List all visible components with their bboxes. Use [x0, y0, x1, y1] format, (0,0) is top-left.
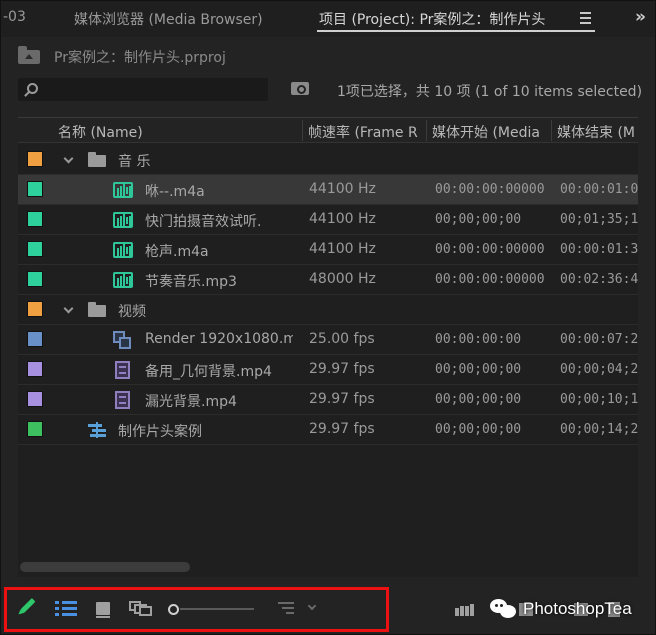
active-tab-underline	[317, 30, 595, 32]
item-name: 咻--.m4a	[145, 184, 205, 200]
item-name: 漏光背景.mp4	[145, 394, 237, 410]
label-color-chip[interactable]	[27, 151, 43, 167]
search-input[interactable]	[18, 78, 268, 101]
label-color-chip[interactable]	[27, 301, 43, 317]
folder-icon	[88, 152, 106, 167]
item-frame-rate: 48000 Hz	[309, 271, 376, 287]
item-media-start: 00:00:00:00000	[435, 272, 545, 287]
panel-menu-icon[interactable]	[580, 12, 591, 27]
table-row[interactable]: 咻--.m4a 44100 Hz 00:00:00:00000 00:00:01:09	[18, 175, 638, 205]
bin-row[interactable]: 音 乐	[18, 145, 638, 175]
project-path-row: Pr案例之：制作片头.prproj	[1, 41, 655, 71]
item-name: Render 1920x1080.mp4	[145, 331, 293, 347]
item-frame-rate: 29.97 fps	[309, 391, 375, 407]
bin-row[interactable]: 视频	[18, 295, 638, 325]
tab-media-browser[interactable]: 媒体浏览器 (Media Browser)	[74, 9, 263, 29]
item-media-end: 00:00:01:09	[560, 182, 638, 197]
label-color-chip[interactable]	[27, 241, 43, 257]
item-media-start: 00:00:00:00000	[435, 182, 545, 197]
item-media-end: 00:02:36:43	[560, 272, 638, 287]
folder-up-icon[interactable]	[18, 46, 40, 64]
item-media-start: 00:00:00:00000	[435, 242, 545, 257]
watermark-text: PhotoshopTea	[523, 599, 632, 618]
table-row[interactable]: Render 1920x1080.mp4 25.00 fps 00:00:00:00…	[18, 325, 638, 355]
table-row[interactable]: 枪声.m4a 44100 Hz 00:00:00:00000 00:00:01:39	[18, 235, 638, 265]
list-view-icon[interactable]	[55, 601, 77, 617]
item-name: 快门拍摄音效试听.	[145, 214, 262, 230]
video-clip-icon	[115, 391, 130, 409]
audio-clip-icon	[113, 242, 133, 258]
label-color-chip[interactable]	[27, 331, 43, 347]
column-header-frame-rate[interactable]: 帧速率 (Frame R	[308, 122, 426, 142]
item-name: 节奏音乐.mp3	[145, 274, 237, 290]
new-search-bin-icon[interactable]	[291, 82, 309, 95]
item-frame-rate: 29.97 fps	[309, 421, 375, 437]
column-header-name[interactable]: 名称 (Name)	[58, 122, 298, 142]
bottom-toolbar: PhotoshopTea	[1, 586, 655, 634]
item-name: 制作片头案例	[118, 424, 202, 440]
item-name: 枪声.m4a	[145, 244, 209, 260]
label-color-chip[interactable]	[27, 271, 43, 287]
item-frame-rate: 25.00 fps	[309, 331, 375, 347]
video-clip-icon	[113, 331, 131, 349]
item-frame-rate: 29.97 fps	[309, 361, 375, 377]
chevron-down-icon[interactable]	[63, 153, 74, 164]
item-media-end: 00:00:01:39	[560, 242, 638, 257]
item-name: 视频	[118, 304, 146, 320]
tab-project[interactable]: 项目 (Project): Pr案例之：制作片头	[319, 9, 545, 29]
item-media-end: 00:00:07:24	[560, 332, 638, 347]
label-color-chip[interactable]	[27, 361, 43, 377]
item-name: 音 乐	[118, 154, 151, 170]
item-media-end: 00;00;04;29	[560, 362, 638, 377]
label-color-chip[interactable]	[27, 421, 43, 437]
horizontal-scrollbar[interactable]	[20, 562, 190, 572]
audio-clip-icon	[113, 212, 133, 228]
column-header-media-end[interactable]: 媒体结束 (M	[557, 122, 638, 142]
project-panel: -03 媒体浏览器 (Media Browser) 项目 (Project): …	[0, 0, 656, 635]
sequence-icon	[88, 422, 106, 438]
search-icon	[27, 83, 38, 94]
table-header: 名称 (Name) 帧速率 (Frame R 媒体开始 (Media 媒体结束 …	[18, 118, 638, 143]
item-media-end: 00;00;14;29	[560, 422, 638, 437]
tabs-overflow-icon[interactable]: »	[635, 7, 646, 27]
table-row[interactable]: 快门拍摄音效试听. 44100 Hz 00;00;00;00 00;01;35;19	[18, 205, 638, 235]
item-media-start: 00;00;00;00	[435, 422, 522, 437]
project-items-table: 名称 (Name) 帧速率 (Frame R 媒体开始 (Media 媒体结束 …	[18, 117, 638, 577]
column-header-media-start[interactable]: 媒体开始 (Media	[432, 122, 550, 142]
item-frame-rate: 44100 Hz	[309, 181, 376, 197]
sort-icon[interactable]	[278, 602, 294, 616]
freeform-view-icon[interactable]	[129, 601, 153, 616]
watermark: PhotoshopTea	[490, 596, 632, 622]
tab-previous[interactable]: -03	[3, 9, 26, 25]
icon-view-icon[interactable]	[96, 602, 110, 618]
wechat-icon	[490, 598, 517, 620]
project-file-name: Pr案例之：制作片头.prproj	[54, 50, 226, 66]
label-color-chip[interactable]	[27, 211, 43, 227]
chevron-down-icon[interactable]	[63, 303, 74, 314]
table-row[interactable]: 漏光背景.mp4 29.97 fps 00;00;00;00 00;00;10;19	[18, 385, 638, 415]
item-frame-rate: 44100 Hz	[309, 241, 376, 257]
table-row[interactable]: 制作片头案例 29.97 fps 00;00;00;00 00;00;14;29	[18, 415, 638, 445]
video-clip-icon	[115, 361, 130, 379]
panel-tab-bar: -03 媒体浏览器 (Media Browser) 项目 (Project): …	[1, 1, 655, 37]
audio-clip-icon	[113, 182, 133, 198]
table-row[interactable]: 备用_几何背景.mp4 29.97 fps 00;00;00;00 00;00;04;…	[18, 355, 638, 385]
item-media-end: 00;01;35;19	[560, 212, 638, 227]
audio-clip-icon	[113, 272, 133, 288]
item-name: 备用_几何背景.mp4	[145, 364, 272, 380]
label-color-chip[interactable]	[27, 391, 43, 407]
item-media-start: 00:00:00:00	[435, 332, 522, 347]
folder-icon	[88, 302, 106, 317]
table-row[interactable]: 节奏音乐.mp3 48000 Hz 00:00:00:00000 00:02:36:4…	[18, 265, 638, 295]
zoom-slider-handle[interactable]	[168, 604, 179, 615]
item-frame-rate: 44100 Hz	[309, 211, 376, 227]
item-media-start: 00;00;00;00	[435, 362, 522, 377]
item-media-start: 00;00;00;00	[435, 212, 522, 227]
zoom-slider-track[interactable]	[180, 608, 254, 610]
item-media-start: 00;00;00;00	[435, 392, 522, 407]
automate-to-sequence-icon[interactable]	[455, 604, 475, 616]
selection-status: 1项已选择，共 10 项 (1 of 10 items selected)	[337, 84, 643, 100]
label-color-chip[interactable]	[27, 181, 43, 197]
item-media-end: 00;00;10;19	[560, 392, 638, 407]
